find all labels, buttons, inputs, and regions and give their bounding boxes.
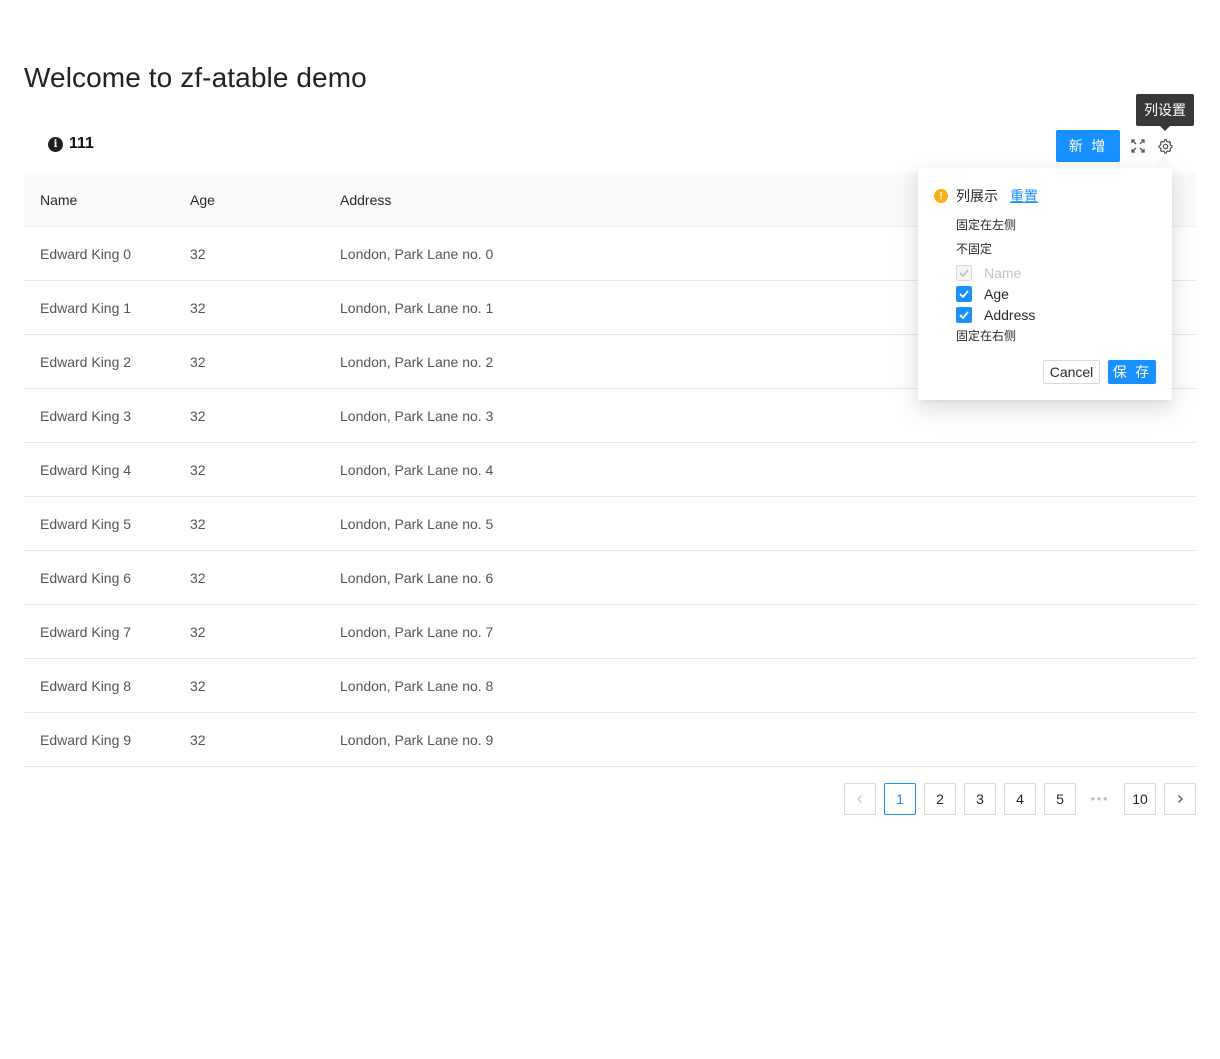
checkbox-name[interactable] [956,265,972,281]
cell-age: 32 [190,515,206,532]
cell-address: London, Park Lane no. 6 [340,569,494,586]
info-circle-icon: i [48,136,63,152]
table-row[interactable]: Edward King 5 32 London, Park Lane no. 5 [24,497,1196,551]
reset-link[interactable]: 重置 [1010,186,1038,206]
group-fixed-right: 固定在右侧 [956,329,1017,343]
setting-icon[interactable] [1157,138,1173,154]
page-4[interactable]: 4 [1004,783,1036,815]
chevron-left-icon [857,795,862,803]
cell-address: London, Park Lane no. 7 [340,623,494,640]
page-ellipsis[interactable]: ••• [1084,783,1116,815]
page-2[interactable]: 2 [924,783,956,815]
page-1[interactable]: 1 [884,783,916,815]
checkmark-icon [959,290,969,298]
cell-address: London, Park Lane no. 8 [340,677,494,694]
column-option-label: Age [984,286,1009,302]
cell-name: Edward King 8 [40,677,132,694]
page-5[interactable]: 5 [1044,783,1076,815]
cell-name: Edward King 3 [40,407,132,424]
tooltip-arrow [1160,126,1170,131]
add-button[interactable]: 新 增 [1056,130,1120,162]
group-not-fixed: 不固定 [956,242,993,256]
cell-age: 32 [190,407,206,424]
table-row[interactable]: Edward King 6 32 London, Park Lane no. 6 [24,551,1196,605]
cell-name: Edward King 5 [40,515,132,532]
pagination: 1 2 3 4 5 ••• 10 [844,783,1196,815]
table-row[interactable]: Edward King 7 32 London, Park Lane no. 7 [24,605,1196,659]
page-3[interactable]: 3 [964,783,996,815]
column-option-address[interactable]: Address [956,307,1035,323]
table-row[interactable]: Edward King 4 32 London, Park Lane no. 4 [24,443,1196,497]
cell-name: Edward King 6 [40,569,132,586]
popover-header: ! 列展示 重置 [934,186,1038,206]
pagination-next-button[interactable] [1164,783,1196,815]
cell-address: London, Park Lane no. 9 [340,731,494,748]
column-settings-popover: ! 列展示 重置 固定在左侧 不固定 Name Age Address 固定在右… [918,168,1172,400]
checkbox-address[interactable] [956,307,972,323]
table-row[interactable]: Edward King 8 32 London, Park Lane no. 8 [24,659,1196,713]
column-option-name[interactable]: Name [956,265,1021,281]
info-count: 111 [69,135,94,152]
popover-title: 列展示 [956,189,998,205]
cell-age: 32 [190,731,206,748]
fullscreen-icon[interactable] [1131,139,1145,153]
exclamation-circle-icon: ! [934,189,948,203]
settings-tooltip: 列设置 [1136,94,1194,126]
page-10[interactable]: 10 [1124,783,1156,815]
pagination-prev-button[interactable] [844,783,876,815]
column-header-age[interactable]: Age [174,192,324,208]
checkmark-icon [959,269,969,277]
toolbar-info: i 111 [48,135,94,153]
cell-age: 32 [190,623,206,640]
cell-name: Edward King 2 [40,353,132,370]
cell-name: Edward King 9 [40,731,132,748]
chevron-right-icon [1178,795,1183,803]
column-header-name[interactable]: Name [24,192,174,208]
cell-name: Edward King 1 [40,299,132,316]
checkmark-icon [959,311,969,319]
cancel-button[interactable]: Cancel [1043,360,1100,384]
cell-age: 32 [190,677,206,694]
cell-address: London, Park Lane no. 5 [340,515,494,532]
cell-age: 32 [190,569,206,586]
table-row[interactable]: Edward King 9 32 London, Park Lane no. 9 [24,713,1196,767]
cell-name: Edward King 4 [40,461,132,478]
cell-name: Edward King 7 [40,623,132,640]
cell-name: Edward King 0 [40,245,132,262]
cell-age: 32 [190,245,206,262]
cell-age: 32 [190,461,206,478]
column-option-label: Address [984,307,1036,323]
group-fixed-left: 固定在左侧 [956,218,1017,232]
column-option-label: Name [984,265,1022,281]
cell-age: 32 [190,299,206,316]
cell-address: London, Park Lane no. 3 [340,407,494,424]
save-button[interactable]: 保 存 [1108,360,1156,384]
cell-address: London, Park Lane no. 4 [340,461,494,478]
column-option-age[interactable]: Age [956,286,1009,302]
page-title: Welcome to zf-atable demo [24,62,367,93]
cell-age: 32 [190,353,206,370]
checkbox-age[interactable] [956,286,972,302]
